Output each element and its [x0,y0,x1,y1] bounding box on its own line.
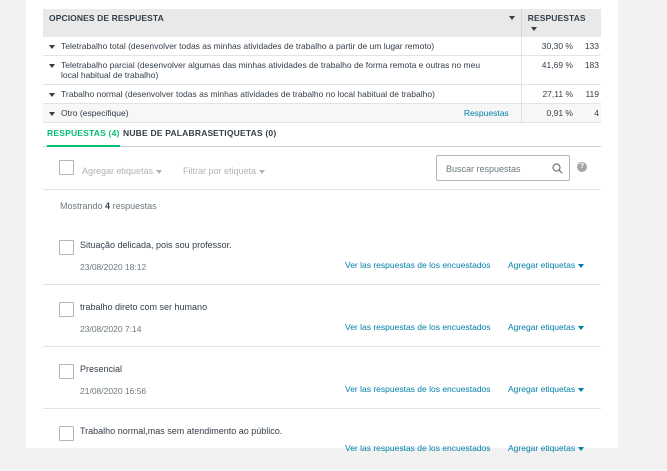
add-tags-link[interactable]: Agregar etiquetas [508,322,585,332]
response-item: Trabalho normal,mas sem atendimento ao p… [43,409,601,471]
response-text: Trabalho normal,mas sem atendimento ao p… [80,426,283,436]
response-text: trabalho direto com ser humano [80,302,208,312]
expand-chevron-icon[interactable] [49,92,55,97]
table-row: Teletrabalho parcial (desenvolver alguma… [43,55,601,85]
option-count: 183 [577,55,601,85]
tab-tags[interactable]: ETIQUETAS (0) [213,128,276,138]
table-row: Teletrabalho total (desenvolver todas as… [43,37,601,56]
add-tags-link[interactable]: Agregar etiquetas [508,260,585,270]
response-item: Situação delicada, pois sou professor. 2… [43,223,601,285]
add-tags-link[interactable]: Agregar etiquetas [508,443,585,453]
view-respondent-link[interactable]: Ver las respuestas de los encuestados [345,260,491,270]
expand-chevron-icon[interactable] [49,111,55,116]
option-count: 4 [577,103,601,123]
tab-responses[interactable]: RESPUESTAS (4) [47,128,120,147]
chevron-down-icon [578,387,585,392]
view-respondent-link[interactable]: Ver las respuestas de los encuestados [345,322,491,332]
option-label: Trabalho normal (desenvolver todas as mi… [57,84,522,104]
response-item: trabalho direto com ser humano 23/08/202… [43,285,601,347]
view-respondent-link[interactable]: Ver las respuestas de los encuestados [345,443,491,453]
question-results-panel: OPCIONES DE RESPUESTA RESPUESTAS Teletra… [26,0,618,453]
chevron-down-icon [578,446,585,451]
option-percent: 41,69 % [520,55,577,85]
response-checkbox[interactable] [59,302,74,317]
responses-column-header[interactable]: RESPUESTAS [520,9,601,37]
add-tags-dropdown[interactable]: Agregar etiquetas [82,166,163,176]
table-row: Trabalho normal (desenvolver todas as mi… [43,84,601,104]
option-percent: 30,30 % [520,37,577,56]
responses-toolbar: Agregar etiquetas Filtrar por etiqueta B… [43,148,601,190]
option-count: 133 [577,37,601,56]
chevron-down-icon [156,169,163,174]
response-date: 21/08/2020 16:56 [80,386,147,396]
chevron-down-icon [578,263,585,268]
option-label: Otro (especifique) [61,108,129,118]
add-tags-link[interactable]: Agregar etiquetas [508,384,585,394]
expand-chevron-icon[interactable] [49,63,55,68]
tab-word-cloud[interactable]: NUBE DE PALABRAS [123,128,213,138]
search-icon[interactable] [552,163,563,174]
response-item: Presencial 21/08/2020 16:56 Ver las resp… [43,347,601,409]
view-respondent-link[interactable]: Ver las respuestas de los encuestados [345,384,491,394]
help-icon[interactable]: ? [577,162,587,172]
option-count: 119 [577,84,601,104]
option-percent: 0,91 % [520,103,577,123]
select-all-checkbox[interactable] [59,160,74,175]
options-column-header[interactable]: OPCIONES DE RESPUESTA [43,9,522,37]
expand-chevron-icon[interactable] [49,44,55,49]
chevron-down-icon [578,325,585,330]
showing-count: Mostrando 4 respuestas [60,201,157,211]
option-percent: 27,11 % [520,84,577,104]
response-checkbox[interactable] [59,240,74,255]
response-checkbox[interactable] [59,364,74,379]
option-label: Teletrabalho total (desenvolver todas as… [57,37,522,56]
sort-chevron-icon[interactable] [530,26,537,31]
option-label: Teletrabalho parcial (desenvolver alguma… [57,55,522,85]
response-date: 23/08/2020 7:14 [80,324,142,334]
search-responses-input[interactable]: Buscar respuestas [436,155,570,181]
chevron-down-icon [259,169,266,174]
other-responses-link[interactable]: Respuestas [464,108,509,118]
answer-choices-table: OPCIONES DE RESPUESTA RESPUESTAS Teletra… [43,9,601,123]
table-row-other: Otro (especifique) Respuestas 0,91 % 4 [43,103,601,123]
response-text: Presencial [80,364,123,374]
sort-chevron-icon[interactable] [508,16,515,20]
response-checkbox[interactable] [59,426,74,441]
response-date: 23/08/2020 18:12 [80,262,147,272]
filter-by-tag-dropdown[interactable]: Filtrar por etiqueta [183,166,266,176]
response-text: Situação delicada, pois sou professor. [80,240,232,250]
response-tabs: RESPUESTAS (4) NUBE DE PALABRAS ETIQUETA… [43,125,601,147]
